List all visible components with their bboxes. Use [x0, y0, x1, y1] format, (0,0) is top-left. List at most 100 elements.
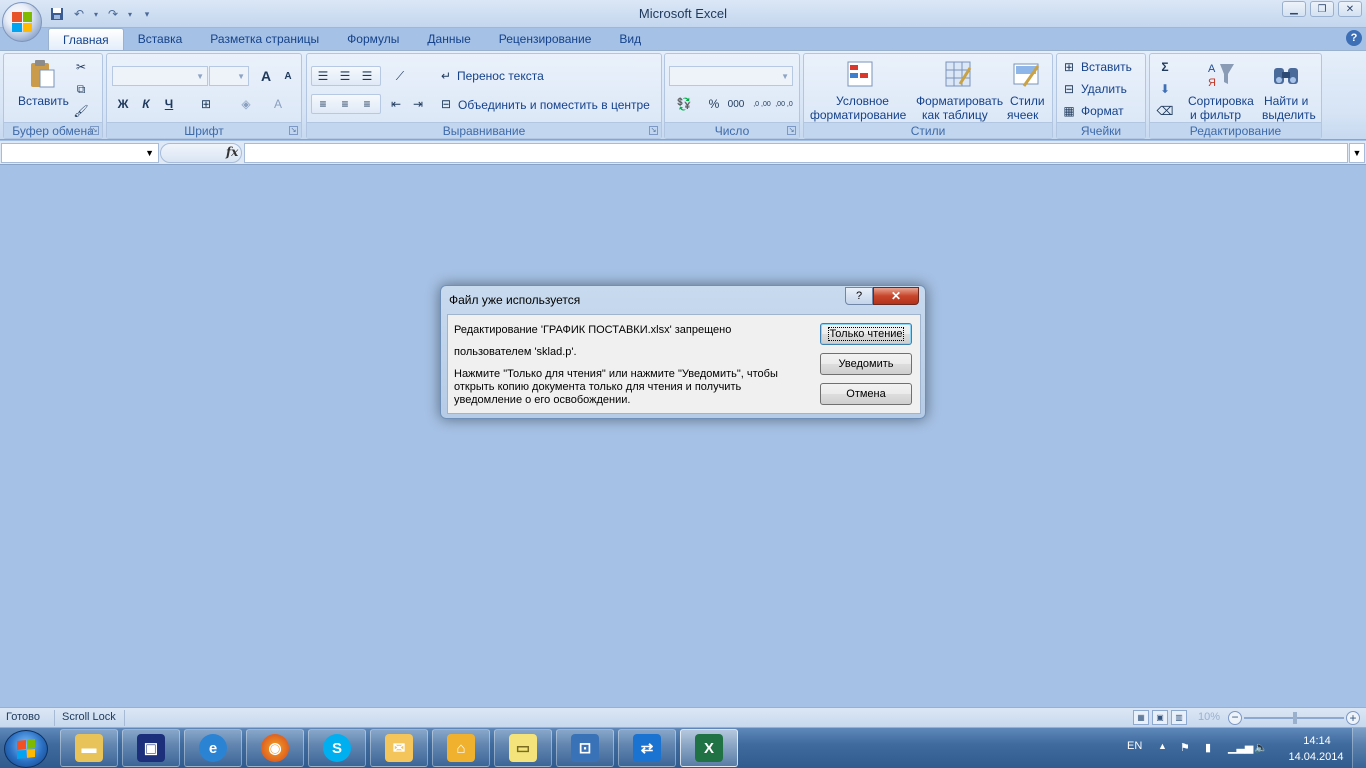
- zoom-level[interactable]: 10%: [1198, 711, 1220, 723]
- find-select-label-2[interactable]: выделить: [1262, 108, 1316, 122]
- taskbar-sticky-notes[interactable]: ▭: [494, 729, 552, 767]
- cell-styles-label-1[interactable]: Стили: [1010, 94, 1045, 108]
- cell-styles-icon[interactable]: [1010, 58, 1042, 90]
- dialog-help-button[interactable]: ?: [845, 287, 873, 305]
- sort-filter-label-1[interactable]: Сортировка: [1188, 94, 1254, 108]
- zoom-out-button[interactable]: −: [1228, 711, 1242, 725]
- taskbar-internet-explorer[interactable]: e: [184, 729, 242, 767]
- align-left-icon[interactable]: ≡: [312, 94, 334, 114]
- tab-page-layout[interactable]: Разметка страницы: [196, 28, 333, 50]
- maximize-button[interactable]: ❐: [1310, 1, 1334, 17]
- notify-button[interactable]: Уведомить: [820, 353, 912, 375]
- font-launcher-icon[interactable]: ↘: [289, 126, 298, 135]
- power-icon[interactable]: ▮: [1205, 741, 1211, 754]
- taskbar-outlook[interactable]: ✉: [370, 729, 428, 767]
- paste-icon[interactable]: [26, 58, 58, 90]
- tab-view[interactable]: Вид: [605, 28, 655, 50]
- format-as-table-label-2[interactable]: как таблицу: [922, 108, 988, 122]
- copy-icon[interactable]: ⧉: [70, 79, 92, 99]
- alignment-launcher-icon[interactable]: ↘: [649, 126, 658, 135]
- zoom-in-button[interactable]: +: [1346, 711, 1360, 725]
- taskbar-remote-desktop[interactable]: ⊡: [556, 729, 614, 767]
- show-hidden-icons[interactable]: ▲: [1158, 741, 1167, 751]
- decrease-indent-icon[interactable]: ⇤: [385, 94, 407, 114]
- clock-time[interactable]: 14:14: [1296, 735, 1338, 747]
- clock-date[interactable]: 14.04.2014: [1286, 751, 1346, 763]
- shrink-font-button[interactable]: A: [277, 66, 299, 86]
- taskbar-excel[interactable]: X: [680, 729, 738, 767]
- number-launcher-icon[interactable]: ↘: [787, 126, 796, 135]
- tab-insert[interactable]: Вставка: [124, 28, 197, 50]
- taskbar-teamviewer[interactable]: ⇄: [618, 729, 676, 767]
- orientation-icon[interactable]: ⟋: [387, 66, 413, 86]
- merge-center-button[interactable]: Объединить и поместить в центре: [458, 98, 650, 112]
- format-as-table-icon[interactable]: [942, 58, 974, 90]
- sort-filter-label-2[interactable]: и фильтр: [1190, 108, 1241, 122]
- network-signal-icon[interactable]: ▁▃▅: [1228, 741, 1253, 754]
- percent-button[interactable]: %: [703, 94, 725, 114]
- close-window-button[interactable]: ✕: [1338, 1, 1362, 17]
- align-middle-icon[interactable]: ☰: [334, 66, 356, 86]
- volume-icon[interactable]: 🔈: [1254, 741, 1268, 754]
- decrease-decimal-button[interactable]: ,00 ,0: [773, 94, 795, 114]
- insert-cells-icon[interactable]: ⊞: [1060, 57, 1078, 77]
- merge-center-icon[interactable]: ⊟: [437, 94, 455, 114]
- tab-data[interactable]: Данные: [413, 28, 484, 50]
- page-layout-view-icon[interactable]: ▣: [1152, 710, 1168, 725]
- delete-cells-icon[interactable]: ⊟: [1060, 79, 1078, 99]
- chevron-down-icon[interactable]: ▼: [145, 148, 154, 158]
- clear-icon[interactable]: ⌫: [1154, 101, 1176, 121]
- tab-review[interactable]: Рецензирование: [485, 28, 606, 50]
- fill-icon[interactable]: ⬇: [1154, 79, 1176, 99]
- increase-decimal-button[interactable]: ,0 ,00: [751, 94, 773, 114]
- dialog-close-button[interactable]: ✕: [873, 287, 919, 305]
- expand-formula-bar-icon[interactable]: ▼: [1349, 143, 1365, 163]
- normal-view-icon[interactable]: ▦: [1133, 710, 1149, 725]
- minimize-button[interactable]: ▁: [1282, 1, 1306, 17]
- align-right-icon[interactable]: ≡: [356, 94, 378, 114]
- taskbar-explorer[interactable]: ▬: [60, 729, 118, 767]
- sort-filter-icon[interactable]: AЯ: [1204, 58, 1236, 90]
- number-format-combo[interactable]: ▼: [669, 66, 793, 86]
- office-button[interactable]: [2, 2, 42, 42]
- autosum-button[interactable]: Σ: [1154, 57, 1176, 77]
- insert-function-button[interactable]: fx: [226, 145, 238, 159]
- formula-input[interactable]: [244, 143, 1348, 163]
- wrap-text-icon[interactable]: ↵: [437, 66, 455, 86]
- font-name-combo[interactable]: ▼: [112, 66, 208, 86]
- conditional-formatting-icon[interactable]: [844, 58, 876, 90]
- find-select-icon[interactable]: [1270, 58, 1302, 90]
- fill-color-icon[interactable]: ◈: [235, 94, 257, 114]
- language-indicator[interactable]: EN: [1127, 740, 1142, 752]
- underline-button[interactable]: Ч: [158, 94, 180, 114]
- help-icon[interactable]: ?: [1346, 30, 1362, 46]
- start-button[interactable]: [4, 730, 48, 768]
- font-size-combo[interactable]: ▼: [209, 66, 249, 86]
- align-center-icon[interactable]: ≡: [334, 94, 356, 114]
- borders-icon[interactable]: ⊞: [195, 94, 217, 114]
- cancel-button[interactable]: Отмена: [820, 383, 912, 405]
- italic-button[interactable]: К: [135, 94, 157, 114]
- find-select-label-1[interactable]: Найти и: [1264, 94, 1308, 108]
- tab-formulas[interactable]: Формулы: [333, 28, 413, 50]
- name-box[interactable]: ▼: [1, 143, 159, 163]
- cell-styles-label-2[interactable]: ячеек: [1007, 108, 1038, 122]
- clipboard-launcher-icon[interactable]: ↘: [90, 126, 99, 135]
- format-cells-icon[interactable]: ▦: [1060, 101, 1078, 121]
- format-cells-button[interactable]: Формат: [1081, 104, 1124, 118]
- paste-button-label[interactable]: Вставить: [18, 94, 69, 108]
- bold-button[interactable]: Ж: [112, 94, 134, 114]
- font-color-icon[interactable]: A: [267, 94, 289, 114]
- format-as-table-label-1[interactable]: Форматировать: [916, 94, 1003, 108]
- wrap-text-button[interactable]: Перенос текста: [457, 69, 544, 83]
- read-only-button[interactable]: Только чтение: [820, 323, 912, 345]
- action-center-flag-icon[interactable]: ⚑: [1180, 741, 1190, 754]
- delete-cells-button[interactable]: Удалить: [1081, 82, 1127, 96]
- increase-indent-icon[interactable]: ⇥: [407, 94, 429, 114]
- conditional-formatting-label-2[interactable]: форматирование: [810, 108, 906, 122]
- show-desktop-button[interactable]: [1352, 728, 1366, 768]
- taskbar-yandex[interactable]: ⌂: [432, 729, 490, 767]
- conditional-formatting-label-1[interactable]: Условное: [836, 94, 889, 108]
- insert-cells-button[interactable]: Вставить: [1081, 60, 1132, 74]
- thousands-button[interactable]: 000: [725, 94, 747, 114]
